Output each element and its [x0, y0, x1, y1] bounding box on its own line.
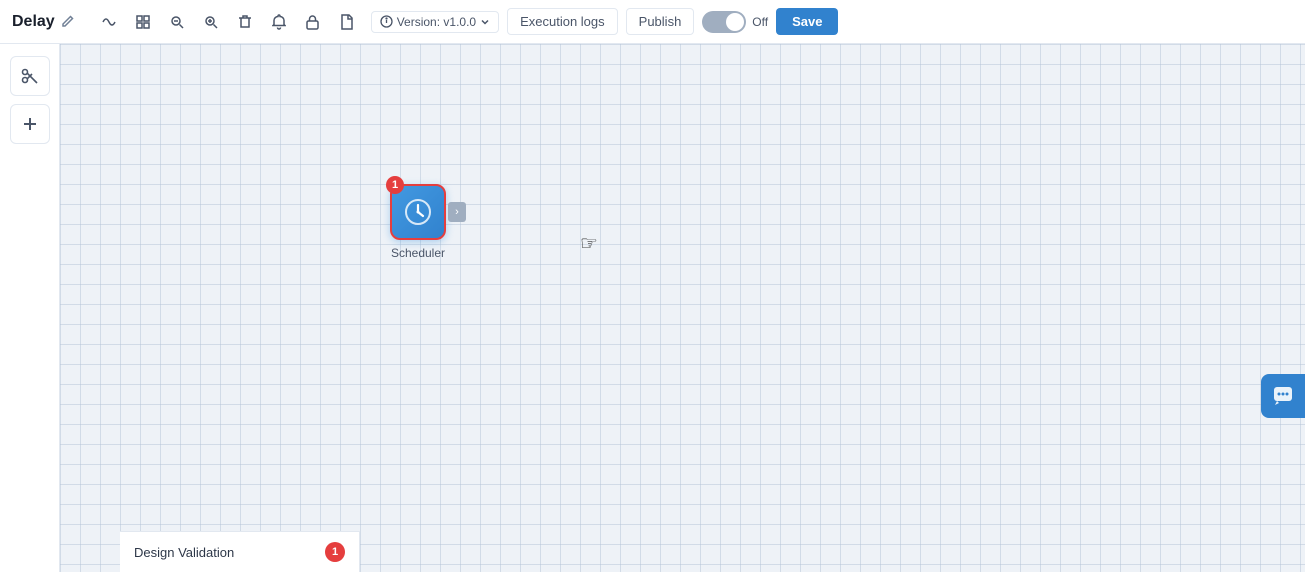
design-validation-error-badge: 1 — [325, 542, 345, 562]
clock-icon — [404, 198, 432, 226]
node-label: Scheduler — [391, 246, 445, 260]
zoom-in-icon-btn[interactable] — [195, 6, 227, 38]
chat-widget-button[interactable] — [1261, 374, 1305, 418]
main-area: 1 › Scheduler ☞ — [0, 44, 1305, 572]
route-icon-btn[interactable] — [93, 6, 125, 38]
zoom-out-icon-btn[interactable] — [161, 6, 193, 38]
toggle-switch[interactable] — [702, 11, 746, 33]
page-title: Delay — [12, 13, 55, 31]
design-validation-panel[interactable]: Design Validation 1 — [120, 531, 360, 572]
design-validation-title: Design Validation — [134, 545, 234, 560]
toggle-group: Off — [702, 11, 768, 33]
toggle-label: Off — [752, 15, 768, 29]
toolbar-icons — [93, 6, 363, 38]
grid-icon-btn[interactable] — [127, 6, 159, 38]
bell-icon-btn[interactable] — [263, 6, 295, 38]
header: Delay — [0, 0, 1305, 44]
toggle-knob — [726, 13, 744, 31]
execution-logs-button[interactable]: Execution logs — [507, 8, 618, 35]
add-node-button[interactable] — [10, 104, 50, 144]
scheduler-node[interactable]: 1 › Scheduler — [390, 184, 446, 260]
node-expand-arrow[interactable]: › — [448, 202, 466, 222]
delete-icon-btn[interactable] — [229, 6, 261, 38]
scissors-button[interactable] — [10, 56, 50, 96]
version-text: Version: v1.0.0 — [397, 15, 476, 29]
node-error-badge: 1 — [386, 176, 404, 194]
file-icon-btn[interactable] — [331, 6, 363, 38]
version-badge[interactable]: Version: v1.0.0 — [371, 11, 499, 33]
chat-icon — [1272, 385, 1294, 407]
left-sidebar — [0, 44, 60, 572]
page-title-group: Delay — [12, 13, 77, 31]
canvas[interactable]: 1 › Scheduler ☞ — [60, 44, 1305, 572]
save-button[interactable]: Save — [776, 8, 838, 35]
publish-button[interactable]: Publish — [626, 8, 695, 35]
lock-icon-btn[interactable] — [297, 6, 329, 38]
edit-title-icon[interactable] — [61, 14, 77, 30]
cursor-pointer: ☞ — [580, 234, 598, 254]
